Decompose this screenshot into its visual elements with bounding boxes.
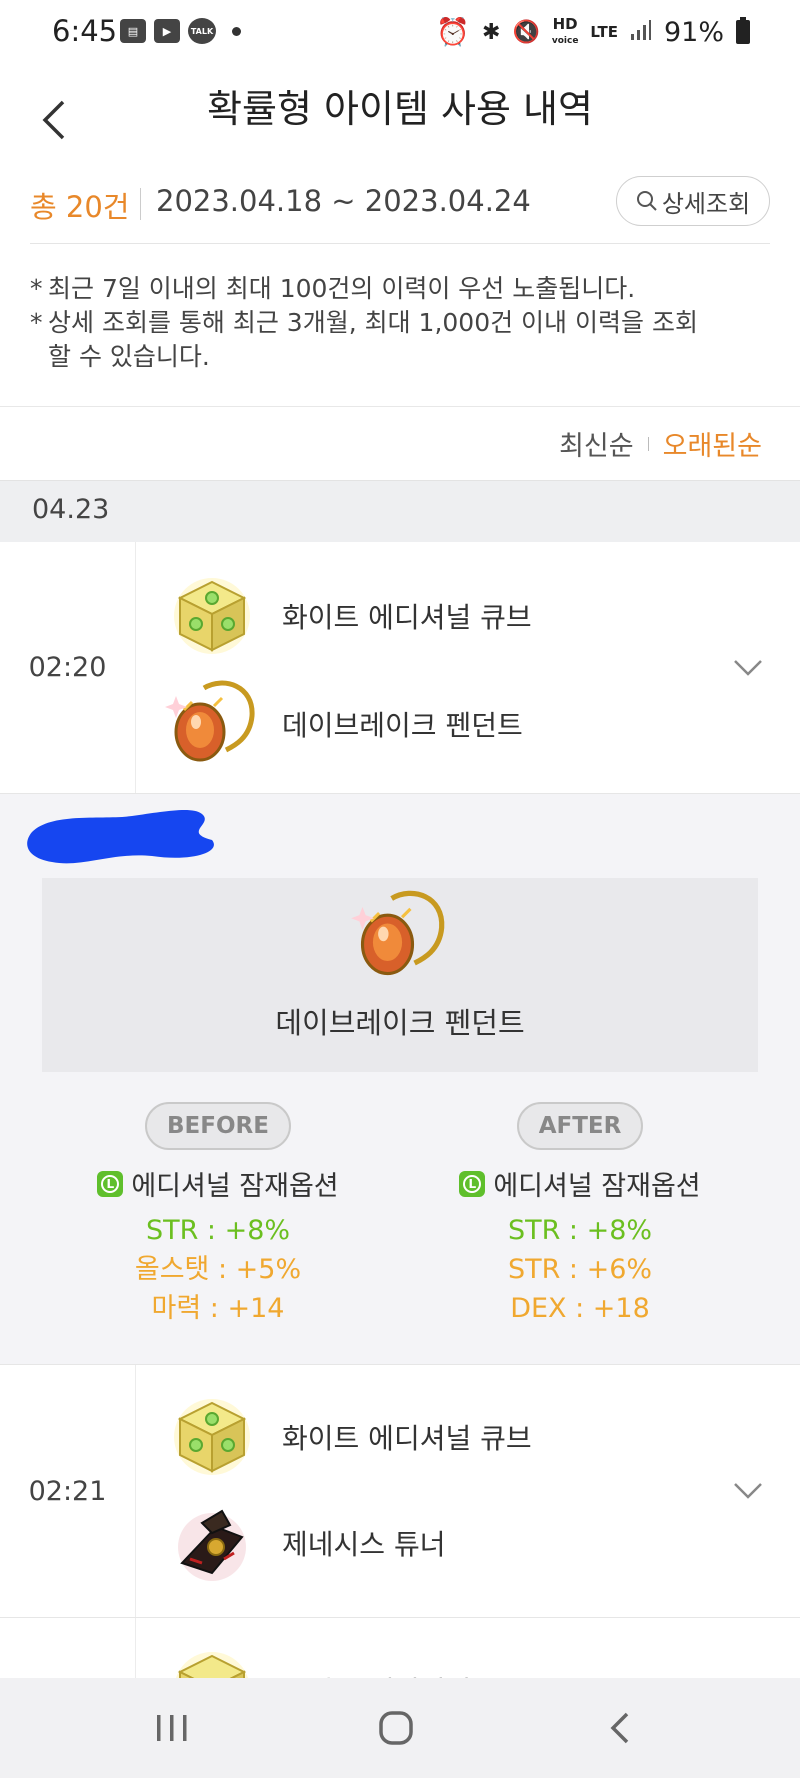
sort-oldest[interactable]: 오래된순 <box>663 424 762 463</box>
alarm-icon: ⏰ <box>436 17 470 48</box>
app-header: 확률형 아이템 사용 내역 <box>0 66 800 176</box>
recent-apps-icon <box>157 1715 187 1741</box>
system-nav-bar <box>0 1678 800 1778</box>
record-time: 02:20 <box>0 542 136 793</box>
target-item-name: 제네시스 튜너 <box>282 1528 446 1561</box>
white-additional-cube-icon <box>175 1652 249 1678</box>
date-range: 2023.04.18 ~ 2023.04.24 <box>156 184 531 218</box>
summary-row: 총 20건 2023.04.18 ~ 2023.04.24 상세조회 <box>30 176 770 244</box>
more-notifications-dot <box>232 26 241 36</box>
legendary-grade-icon: L <box>97 1170 124 1197</box>
recent-apps-button[interactable] <box>132 1700 212 1756</box>
divider <box>0 406 800 407</box>
notice-line-1: 최근 7일 이내의 최대 100건의 이력이 우선 노출됩니다. <box>48 274 636 303</box>
home-icon <box>379 1711 413 1745</box>
bluetooth-icon: ✱ <box>482 19 501 45</box>
lte-indicator: LTE <box>590 23 618 41</box>
notification-icon: ▤ <box>120 19 146 43</box>
talk-icon: TALK <box>188 18 216 44</box>
search-icon <box>636 191 657 211</box>
target-item-name: 데이브레이크 펜던트 <box>282 709 523 742</box>
hd-voice-indicator: HD voice <box>551 14 579 46</box>
notice: * 최근 7일 이내의 최대 100건의 이력이 우선 노출됩니다. * 상세 조회… <box>30 272 770 374</box>
back-nav-button[interactable] <box>580 1700 660 1756</box>
status-time: 6:45 <box>52 14 118 48</box>
detail-search-label: 상세조회 <box>661 189 751 218</box>
signal-icon <box>630 17 652 48</box>
expand-toggle[interactable] <box>728 1471 768 1511</box>
before-option-line: 마력 : +14 <box>151 1293 285 1324</box>
status-bar: 6:45 ▤ ▶ TALK ⏰ ✱ 🔇 HD voice LTE 91% <box>0 0 800 66</box>
chevron-left-icon <box>610 1712 629 1744</box>
before-option-line: 올스탯 : +5% <box>134 1254 302 1285</box>
notice-line-2: 상세 조회를 통해 최근 3개월, 최대 1,000건 이내 이력을 조회 할 … <box>48 308 698 371</box>
chevron-down-icon <box>734 1483 762 1499</box>
cube-name: 화이트 에디셔널 큐브 <box>282 1670 532 1678</box>
home-button[interactable] <box>356 1700 436 1756</box>
cube-name: 화이트 에디셔널 큐브 <box>282 1422 532 1455</box>
after-badge: AFTER <box>516 1102 644 1150</box>
history-record[interactable]: 02:20 화이트 에디셔널 큐브 데이브레이크 펜던트 <box>0 542 800 794</box>
cube-name: 화이트 에디셔널 큐브 <box>282 601 532 634</box>
total-count: 총 20건 <box>30 190 130 224</box>
sort-latest[interactable]: 최신순 <box>559 424 634 463</box>
sort-options: 최신순 오래된순 <box>559 424 762 463</box>
after-option-line: STR : +6% <box>507 1254 653 1285</box>
battery-percent: 91% <box>663 16 724 48</box>
genesis-tuner-icon <box>178 1509 246 1581</box>
collapse-toggle[interactable] <box>728 648 768 688</box>
daybreak-pendant-icon <box>165 680 255 762</box>
white-additional-cube-icon <box>174 578 250 654</box>
video-call-icon: ▶ <box>154 19 180 43</box>
divider <box>140 188 141 220</box>
after-column: AFTER L 에디셔널 잠재옵션 STR : +8% STR : +6% DE… <box>400 1102 760 1328</box>
page-title: 확률형 아이템 사용 내역 <box>207 87 593 131</box>
before-column: BEFORE L 에디셔널 잠재옵션 STR : +8% 올스탯 : +5% 마… <box>38 1102 398 1328</box>
record-detail-panel: 데이브레이크 펜던트 BEFORE L 에디셔널 잠재옵션 STR : +8% … <box>0 794 800 1364</box>
detail-search-button[interactable]: 상세조회 <box>616 176 770 226</box>
date-group-label: 04.23 <box>32 494 110 525</box>
detail-item-name: 데이브레이크 펜던트 <box>275 1006 525 1040</box>
after-option-line: DEX : +18 <box>510 1293 650 1324</box>
history-record[interactable]: 화이트 에디셔널 큐브 <box>0 1618 800 1678</box>
white-additional-cube-icon <box>174 1399 250 1475</box>
item-box: 데이브레이크 펜던트 <box>42 878 758 1072</box>
mute-icon: 🔇 <box>512 19 540 45</box>
battery-icon <box>736 17 750 44</box>
legendary-grade-icon: L <box>459 1170 486 1197</box>
daybreak-pendant-icon <box>351 890 445 976</box>
before-option-line: STR : +8% <box>145 1215 291 1246</box>
before-option-title: 에디셔널 잠재옵션 <box>131 1171 339 1202</box>
history-record[interactable]: 02:21 화이트 에디셔널 큐브 제네시스 튜너 <box>0 1364 800 1618</box>
after-option-line: STR : +8% <box>507 1215 653 1246</box>
before-badge: BEFORE <box>145 1102 291 1150</box>
date-group-header: 04.23 <box>0 480 800 542</box>
redaction-mark <box>27 810 214 864</box>
after-option-title: 에디셔널 잠재옵션 <box>493 1171 701 1202</box>
chevron-down-icon <box>734 660 762 676</box>
record-time: 02:21 <box>0 1365 136 1617</box>
